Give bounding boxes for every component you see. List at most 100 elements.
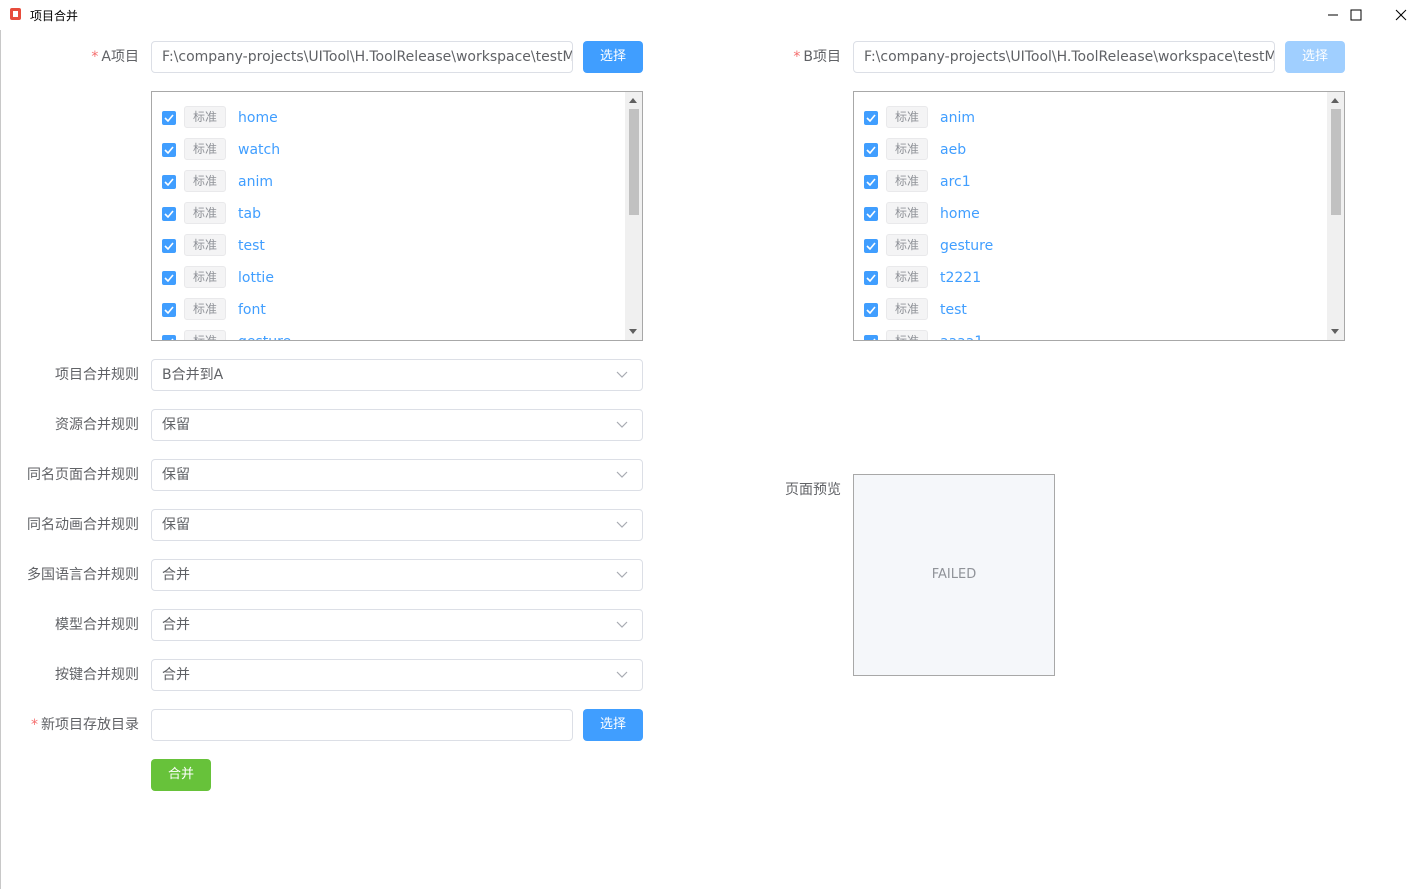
list-item[interactable]: 标准 test — [854, 294, 1324, 326]
scroll-down-arrow-icon[interactable] — [1331, 329, 1339, 334]
rule-label-i18n-merge: 多国语言合并规则 — [27, 567, 139, 583]
checkbox-checked-icon[interactable] — [162, 175, 176, 189]
standard-tag: 标准 — [886, 106, 928, 128]
rule-label-resource-merge: 资源合并规则 — [55, 417, 139, 433]
checkbox-checked-icon[interactable] — [162, 239, 176, 253]
list-item[interactable]: 标准 arc1 — [854, 166, 1324, 198]
checkbox-checked-icon[interactable] — [864, 239, 878, 253]
checkbox-checked-icon[interactable] — [864, 143, 878, 157]
list-item[interactable]: 标准 aaaa1 — [854, 326, 1324, 340]
standard-tag: 标准 — [184, 298, 226, 320]
checkbox-checked-icon[interactable] — [864, 303, 878, 317]
checkbox-checked-icon[interactable] — [162, 207, 176, 221]
chevron-down-icon — [616, 471, 628, 478]
output-dir-select-button[interactable]: 选择 — [583, 709, 643, 741]
page-name: anim — [940, 110, 975, 126]
checkbox-checked-icon[interactable] — [162, 111, 176, 125]
rule-label-same-page-merge: 同名页面合并规则 — [27, 467, 139, 483]
rule-label-model-merge: 模型合并规则 — [55, 617, 139, 633]
scrollbar-thumb[interactable] — [1331, 109, 1341, 215]
select-resource-merge-rule[interactable]: 保留 — [151, 409, 643, 441]
checkbox-checked-icon[interactable] — [162, 335, 176, 340]
page-preview: FAILED — [853, 474, 1055, 676]
select-model-merge-rule[interactable]: 合并 — [151, 609, 643, 641]
list-item[interactable]: 标准 font — [152, 294, 622, 326]
list-item[interactable]: 标准 test — [152, 230, 622, 262]
select-value: 合并 — [162, 617, 190, 633]
maximize-button[interactable] — [1333, 0, 1379, 30]
checkbox-checked-icon[interactable] — [162, 143, 176, 157]
checkbox-checked-icon[interactable] — [864, 335, 878, 340]
page-name: anim — [238, 174, 273, 190]
scroll-up-arrow-icon[interactable] — [1331, 98, 1339, 103]
chevron-down-icon — [616, 521, 628, 528]
list-item[interactable]: 标准 lottie — [152, 262, 622, 294]
project-a-label: * A项目 — [91, 49, 139, 65]
select-key-merge-rule[interactable]: 合并 — [151, 659, 643, 691]
page-name: test — [238, 238, 265, 254]
page-name: arc1 — [940, 174, 971, 190]
rule-label-same-animation-merge: 同名动画合并规则 — [27, 517, 139, 533]
checkbox-checked-icon[interactable] — [162, 303, 176, 317]
checkbox-checked-icon[interactable] — [162, 271, 176, 285]
standard-tag: 标准 — [184, 266, 226, 288]
standard-tag: 标准 — [886, 202, 928, 224]
list-item[interactable]: 标准 gesture — [854, 230, 1324, 262]
scrollbar-thumb[interactable] — [629, 109, 639, 215]
page-name: lottie — [238, 270, 274, 286]
standard-tag: 标准 — [184, 138, 226, 160]
list-item[interactable]: 标准 aeb — [854, 134, 1324, 166]
scroll-down-arrow-icon[interactable] — [629, 329, 637, 334]
page-name: home — [940, 206, 980, 222]
app-icon — [10, 8, 21, 20]
list-item[interactable]: 标准 gesture — [152, 326, 622, 340]
project-a-path-input[interactable]: F:\company-projects\UITool\H.ToolRelease… — [151, 41, 573, 73]
maximize-icon — [1350, 9, 1362, 21]
close-button[interactable] — [1378, 0, 1424, 30]
page-name: test — [940, 302, 967, 318]
chevron-down-icon — [616, 421, 628, 428]
merge-button[interactable]: 合并 — [151, 759, 211, 791]
preview-label: 页面预览 — [785, 482, 841, 498]
page-name: aaaa1 — [940, 326, 983, 340]
checkbox-checked-icon[interactable] — [864, 175, 878, 189]
standard-tag: 标准 — [886, 234, 928, 256]
scrollbar[interactable] — [1327, 92, 1344, 340]
select-value: 保留 — [162, 517, 190, 533]
scroll-up-arrow-icon[interactable] — [629, 98, 637, 103]
checkbox-checked-icon[interactable] — [864, 111, 878, 125]
window-title: 项目合并 — [30, 9, 79, 23]
list-item[interactable]: 标准 t2221 — [854, 262, 1324, 294]
standard-tag: 标准 — [184, 106, 226, 128]
list-item[interactable]: 标准 watch — [152, 134, 622, 166]
list-item[interactable]: 标准 tab — [152, 198, 622, 230]
page-name: gesture — [238, 326, 291, 340]
page-name: tab — [238, 206, 261, 222]
select-value: 合并 — [162, 567, 190, 583]
list-item[interactable]: 标准 anim — [152, 166, 622, 198]
select-i18n-merge-rule[interactable]: 合并 — [151, 559, 643, 591]
standard-tag: 标准 — [184, 202, 226, 224]
select-value: 保留 — [162, 417, 190, 433]
project-a-page-list[interactable]: 标准 home 标准 watch 标准 anim 标准 tab 标准 test … — [151, 91, 643, 341]
scrollbar[interactable] — [625, 92, 642, 340]
project-b-select-button[interactable]: 选择 — [1285, 41, 1345, 73]
select-same-page-merge-rule[interactable]: 保留 — [151, 459, 643, 491]
select-project-merge-rule[interactable]: B合并到A — [151, 359, 643, 391]
project-b-page-list[interactable]: 标准 anim 标准 aeb 标准 arc1 标准 home 标准 gestur… — [853, 91, 1345, 341]
project-a-select-button[interactable]: 选择 — [583, 41, 643, 73]
project-b-path-input[interactable]: F:\company-projects\UITool\H.ToolRelease… — [853, 41, 1275, 73]
standard-tag: 标准 — [184, 330, 226, 340]
select-same-animation-merge-rule[interactable]: 保留 — [151, 509, 643, 541]
output-dir-input[interactable] — [151, 709, 573, 741]
rule-label-project-merge: 项目合并规则 — [55, 367, 139, 383]
list-item[interactable]: 标准 home — [854, 198, 1324, 230]
close-icon — [1395, 9, 1407, 21]
standard-tag: 标准 — [886, 298, 928, 320]
chevron-down-icon — [616, 671, 628, 678]
list-item[interactable]: 标准 home — [152, 102, 622, 134]
checkbox-checked-icon[interactable] — [864, 207, 878, 221]
list-item[interactable]: 标准 anim — [854, 102, 1324, 134]
checkbox-checked-icon[interactable] — [864, 271, 878, 285]
standard-tag: 标准 — [886, 266, 928, 288]
